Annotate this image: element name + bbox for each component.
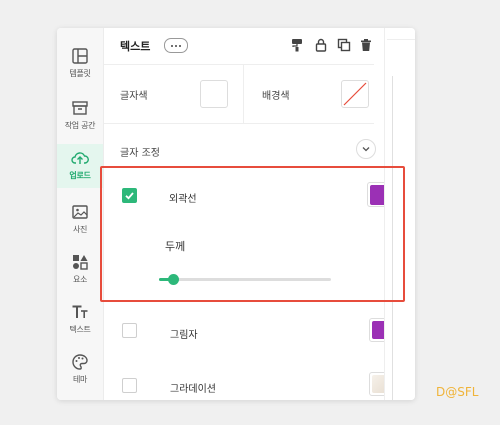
paint-roller-icon[interactable] [290,38,304,52]
photo-icon [71,203,89,221]
upload-cloud-icon [71,149,89,167]
shapes-icon [71,253,89,271]
duplicate-icon[interactable] [337,38,351,52]
sidebar-item-label: 작업 공간 [64,121,96,130]
sidebar-item-theme[interactable]: 테마 [57,348,103,392]
sidebar-item-template[interactable]: 템플릿 [57,42,103,86]
canvas-edge-line [387,39,415,40]
sidebar: 템플릿 작업 공간 업로드 사진 요소 텍스트 테마 [57,28,104,400]
template-icon [71,47,89,65]
divider [243,65,244,123]
lock-icon[interactable] [314,38,328,52]
text-adjust-heading: 글자 조정 [120,148,160,159]
chevron-down-icon [362,147,370,152]
more-dot-icon [171,44,173,47]
text-color-swatch[interactable] [200,80,228,108]
text-tt-icon [71,303,89,321]
more-dot-icon [179,44,181,47]
color-settings-row: 글자색 배경색 [104,65,374,124]
watermark: D@SFL [436,385,479,399]
trash-icon[interactable] [359,38,373,52]
sidebar-item-label: 요소 [72,275,88,284]
sidebar-item-workspace[interactable]: 작업 공간 [57,94,103,138]
sidebar-item-label: 업로드 [69,171,91,180]
sidebar-item-elements[interactable]: 요소 [57,248,103,292]
archive-icon [71,99,89,117]
outline-settings-highlight [100,166,405,302]
background-color-swatch[interactable] [341,80,369,108]
sidebar-item-photo[interactable]: 사진 [57,198,103,242]
sidebar-item-label: 사진 [72,225,88,234]
sidebar-item-text[interactable]: 텍스트 [57,298,103,342]
shadow-checkbox[interactable] [122,323,137,338]
shadow-label: 그림자 [170,330,198,341]
gradient-label: 그라데이션 [170,384,216,395]
sidebar-item-label: 텍스트 [69,325,91,334]
sidebar-item-label: 테마 [72,375,88,384]
text-color-label: 글자색 [120,91,148,102]
gradient-checkbox[interactable] [122,378,137,393]
no-color-slash-icon [343,82,367,106]
more-dot-icon [175,44,177,47]
palette-icon [71,353,89,371]
sidebar-item-upload[interactable]: 업로드 [57,144,103,188]
more-options-button[interactable] [164,38,188,53]
panel-toolbar: 텍스트 [104,28,374,65]
collapse-button[interactable] [356,139,376,159]
background-color-label: 배경색 [262,91,290,102]
sidebar-item-label: 템플릿 [69,69,91,78]
panel-title: 텍스트 [120,40,151,53]
